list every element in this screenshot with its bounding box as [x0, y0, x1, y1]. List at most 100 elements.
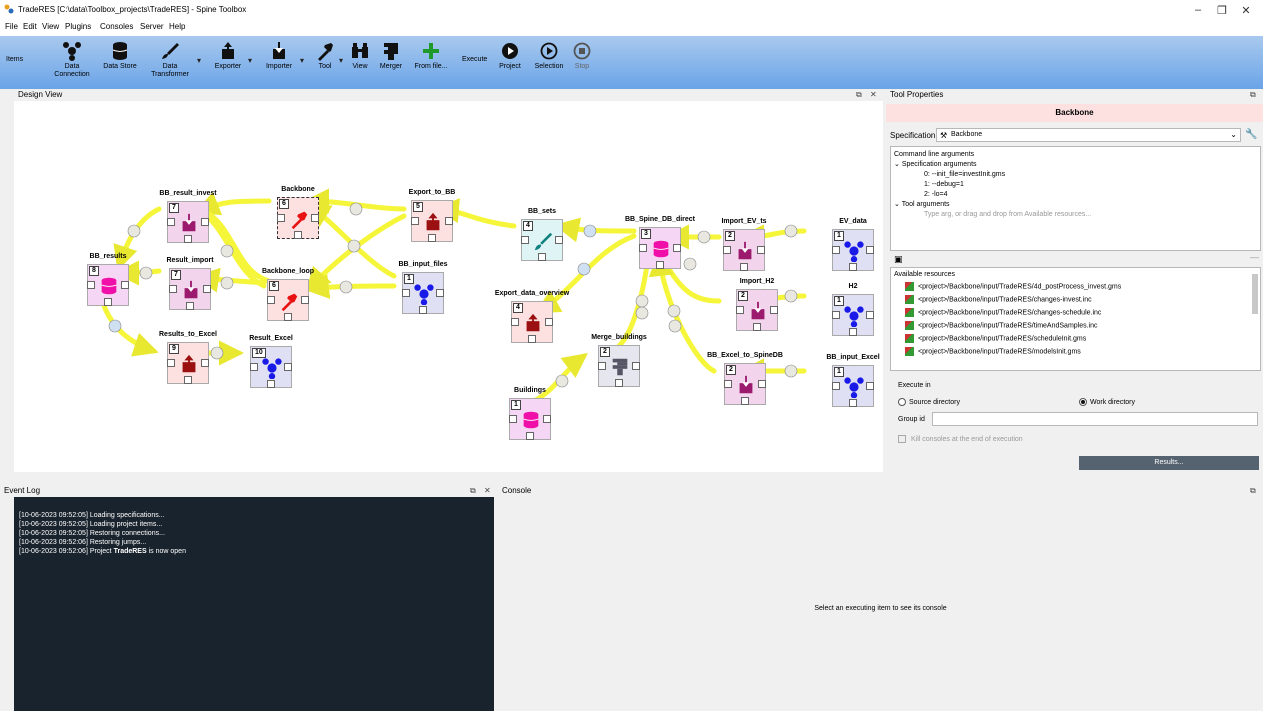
stop-button[interactable]: Stop: [570, 41, 594, 71]
menu-plugins[interactable]: Plugins: [65, 22, 91, 31]
menu-edit[interactable]: Edit: [23, 22, 37, 31]
connector-slot[interactable]: [419, 306, 427, 314]
project-item-exporter[interactable]: 4: [511, 301, 553, 343]
add-data-connection-button[interactable]: Data Connection: [50, 41, 94, 79]
spec-arg-2[interactable]: 2: -lo=4: [894, 190, 1257, 200]
work-directory-radio[interactable]: Work directory: [1079, 398, 1135, 406]
connector-slot[interactable]: [656, 261, 664, 269]
connector-slot[interactable]: [832, 246, 840, 254]
connector-slot[interactable]: [201, 218, 209, 226]
connector-slot[interactable]: [832, 311, 840, 319]
project-item-connection[interactable]: 1: [832, 229, 874, 271]
group-id-input[interactable]: [932, 412, 1258, 426]
project-item-importer[interactable]: 2: [724, 363, 766, 405]
project-item-exporter[interactable]: 9: [167, 342, 209, 384]
connector-slot[interactable]: [203, 285, 211, 293]
kill-consoles-checkbox[interactable]: Kill consoles at the end of execution: [898, 435, 1023, 443]
add-importer-button[interactable]: Importer: [261, 41, 297, 71]
execute-project-button[interactable]: Project: [494, 41, 526, 71]
connector-slot[interactable]: [538, 253, 546, 261]
connector-slot[interactable]: [169, 285, 177, 293]
connector-slot[interactable]: [528, 335, 536, 343]
link-export-loop[interactable]: [305, 213, 407, 293]
menu-view[interactable]: View: [42, 22, 59, 31]
connector-slot[interactable]: [267, 380, 275, 388]
project-item-importer[interactable]: 2: [723, 229, 765, 271]
connector-slot[interactable]: [284, 363, 292, 371]
connector-slot[interactable]: [555, 236, 563, 244]
add-view-button[interactable]: View: [349, 41, 371, 71]
float-icon[interactable]: ⧉: [470, 486, 476, 496]
resource-item[interactable]: <project>/Backbone/input/TradeRES/timeAn…: [905, 321, 1098, 330]
connector-slot[interactable]: [167, 359, 175, 367]
connector-slot[interactable]: [849, 263, 857, 271]
connector-slot[interactable]: [167, 218, 175, 226]
connector-slot[interactable]: [509, 415, 517, 423]
execute-selection-button[interactable]: Selection: [530, 41, 568, 71]
menu-server[interactable]: Server: [140, 22, 164, 31]
connector-slot[interactable]: [104, 298, 112, 306]
connector-slot[interactable]: [545, 318, 553, 326]
menu-help[interactable]: Help: [169, 22, 185, 31]
scrollbar[interactable]: [1252, 274, 1258, 314]
connector-slot[interactable]: [267, 296, 275, 304]
connector-slot[interactable]: [284, 313, 292, 321]
resource-item[interactable]: <project>/Backbone/input/TradeRES/change…: [905, 295, 1092, 304]
connector-slot[interactable]: [866, 246, 874, 254]
resource-item[interactable]: <project>/Backbone/input/TradeRES/4d_pos…: [905, 282, 1121, 291]
spec-arg-0[interactable]: 0: --init_file=investInit.gms: [894, 170, 1257, 180]
connector-slot[interactable]: [639, 244, 647, 252]
connector-slot[interactable]: [184, 376, 192, 384]
spec-args-node[interactable]: ⌄ Specification arguments: [894, 160, 1257, 170]
connector-slot[interactable]: [866, 311, 874, 319]
connector-slot[interactable]: [428, 234, 436, 242]
connector-slot[interactable]: [402, 289, 410, 297]
resource-item[interactable]: <project>/Backbone/input/TradeRES/schedu…: [905, 334, 1086, 343]
connector-slot[interactable]: [673, 244, 681, 252]
float-icon[interactable]: ⧉: [1250, 90, 1256, 100]
connector-slot[interactable]: [277, 214, 285, 222]
remove-arg-icon[interactable]: —: [1250, 252, 1259, 262]
project-item-tool[interactable]: 6: [267, 279, 309, 321]
project-item-tool[interactable]: 6: [277, 197, 319, 239]
link-backbone-result[interactable]: [194, 191, 272, 216]
add-data-store-button[interactable]: Data Store: [100, 41, 140, 71]
resource-item[interactable]: <project>/Backbone/input/TradeRES/change…: [905, 308, 1101, 317]
connector-slot[interactable]: [866, 382, 874, 390]
project-item-importer[interactable]: 7: [169, 268, 211, 310]
connector-slot[interactable]: [741, 397, 749, 405]
connector-slot[interactable]: [184, 235, 192, 243]
close-button[interactable]: ✕: [1231, 4, 1261, 17]
connector-slot[interactable]: [724, 380, 732, 388]
connector-slot[interactable]: [311, 214, 319, 222]
source-directory-radio[interactable]: Source directory: [898, 398, 960, 406]
connector-slot[interactable]: [632, 362, 640, 370]
project-item-store[interactable]: 3: [639, 227, 681, 269]
connector-slot[interactable]: [758, 380, 766, 388]
connector-slot[interactable]: [740, 263, 748, 271]
project-item-merger[interactable]: 2: [598, 345, 640, 387]
project-item-connection[interactable]: 1: [402, 272, 444, 314]
connector-slot[interactable]: [521, 236, 529, 244]
project-item-connection[interactable]: 10: [250, 346, 292, 388]
connector-slot[interactable]: [250, 363, 258, 371]
add-arg-icon[interactable]: ▣: [894, 254, 903, 265]
connector-slot[interactable]: [436, 289, 444, 297]
tool-dropdown-caret[interactable]: ▾: [339, 56, 343, 65]
add-from-file-button[interactable]: From file...: [410, 41, 452, 71]
exporter-dropdown-caret[interactable]: ▾: [248, 56, 252, 65]
connector-slot[interactable]: [543, 415, 551, 423]
connector-slot[interactable]: [757, 246, 765, 254]
connector-slot[interactable]: [294, 231, 302, 239]
add-tool-button[interactable]: Tool: [312, 41, 338, 71]
connector-slot[interactable]: [445, 217, 453, 225]
project-item-connection[interactable]: 1: [832, 365, 874, 407]
connector-slot[interactable]: [411, 217, 419, 225]
float-icon[interactable]: ⧉: [856, 90, 862, 100]
connector-slot[interactable]: [615, 379, 623, 387]
spec-arg-1[interactable]: 1: --debug=1: [894, 180, 1257, 190]
add-merger-button[interactable]: Merger: [376, 41, 406, 71]
project-item-exporter[interactable]: 5: [411, 200, 453, 242]
connector-slot[interactable]: [832, 382, 840, 390]
connector-slot[interactable]: [753, 323, 761, 331]
